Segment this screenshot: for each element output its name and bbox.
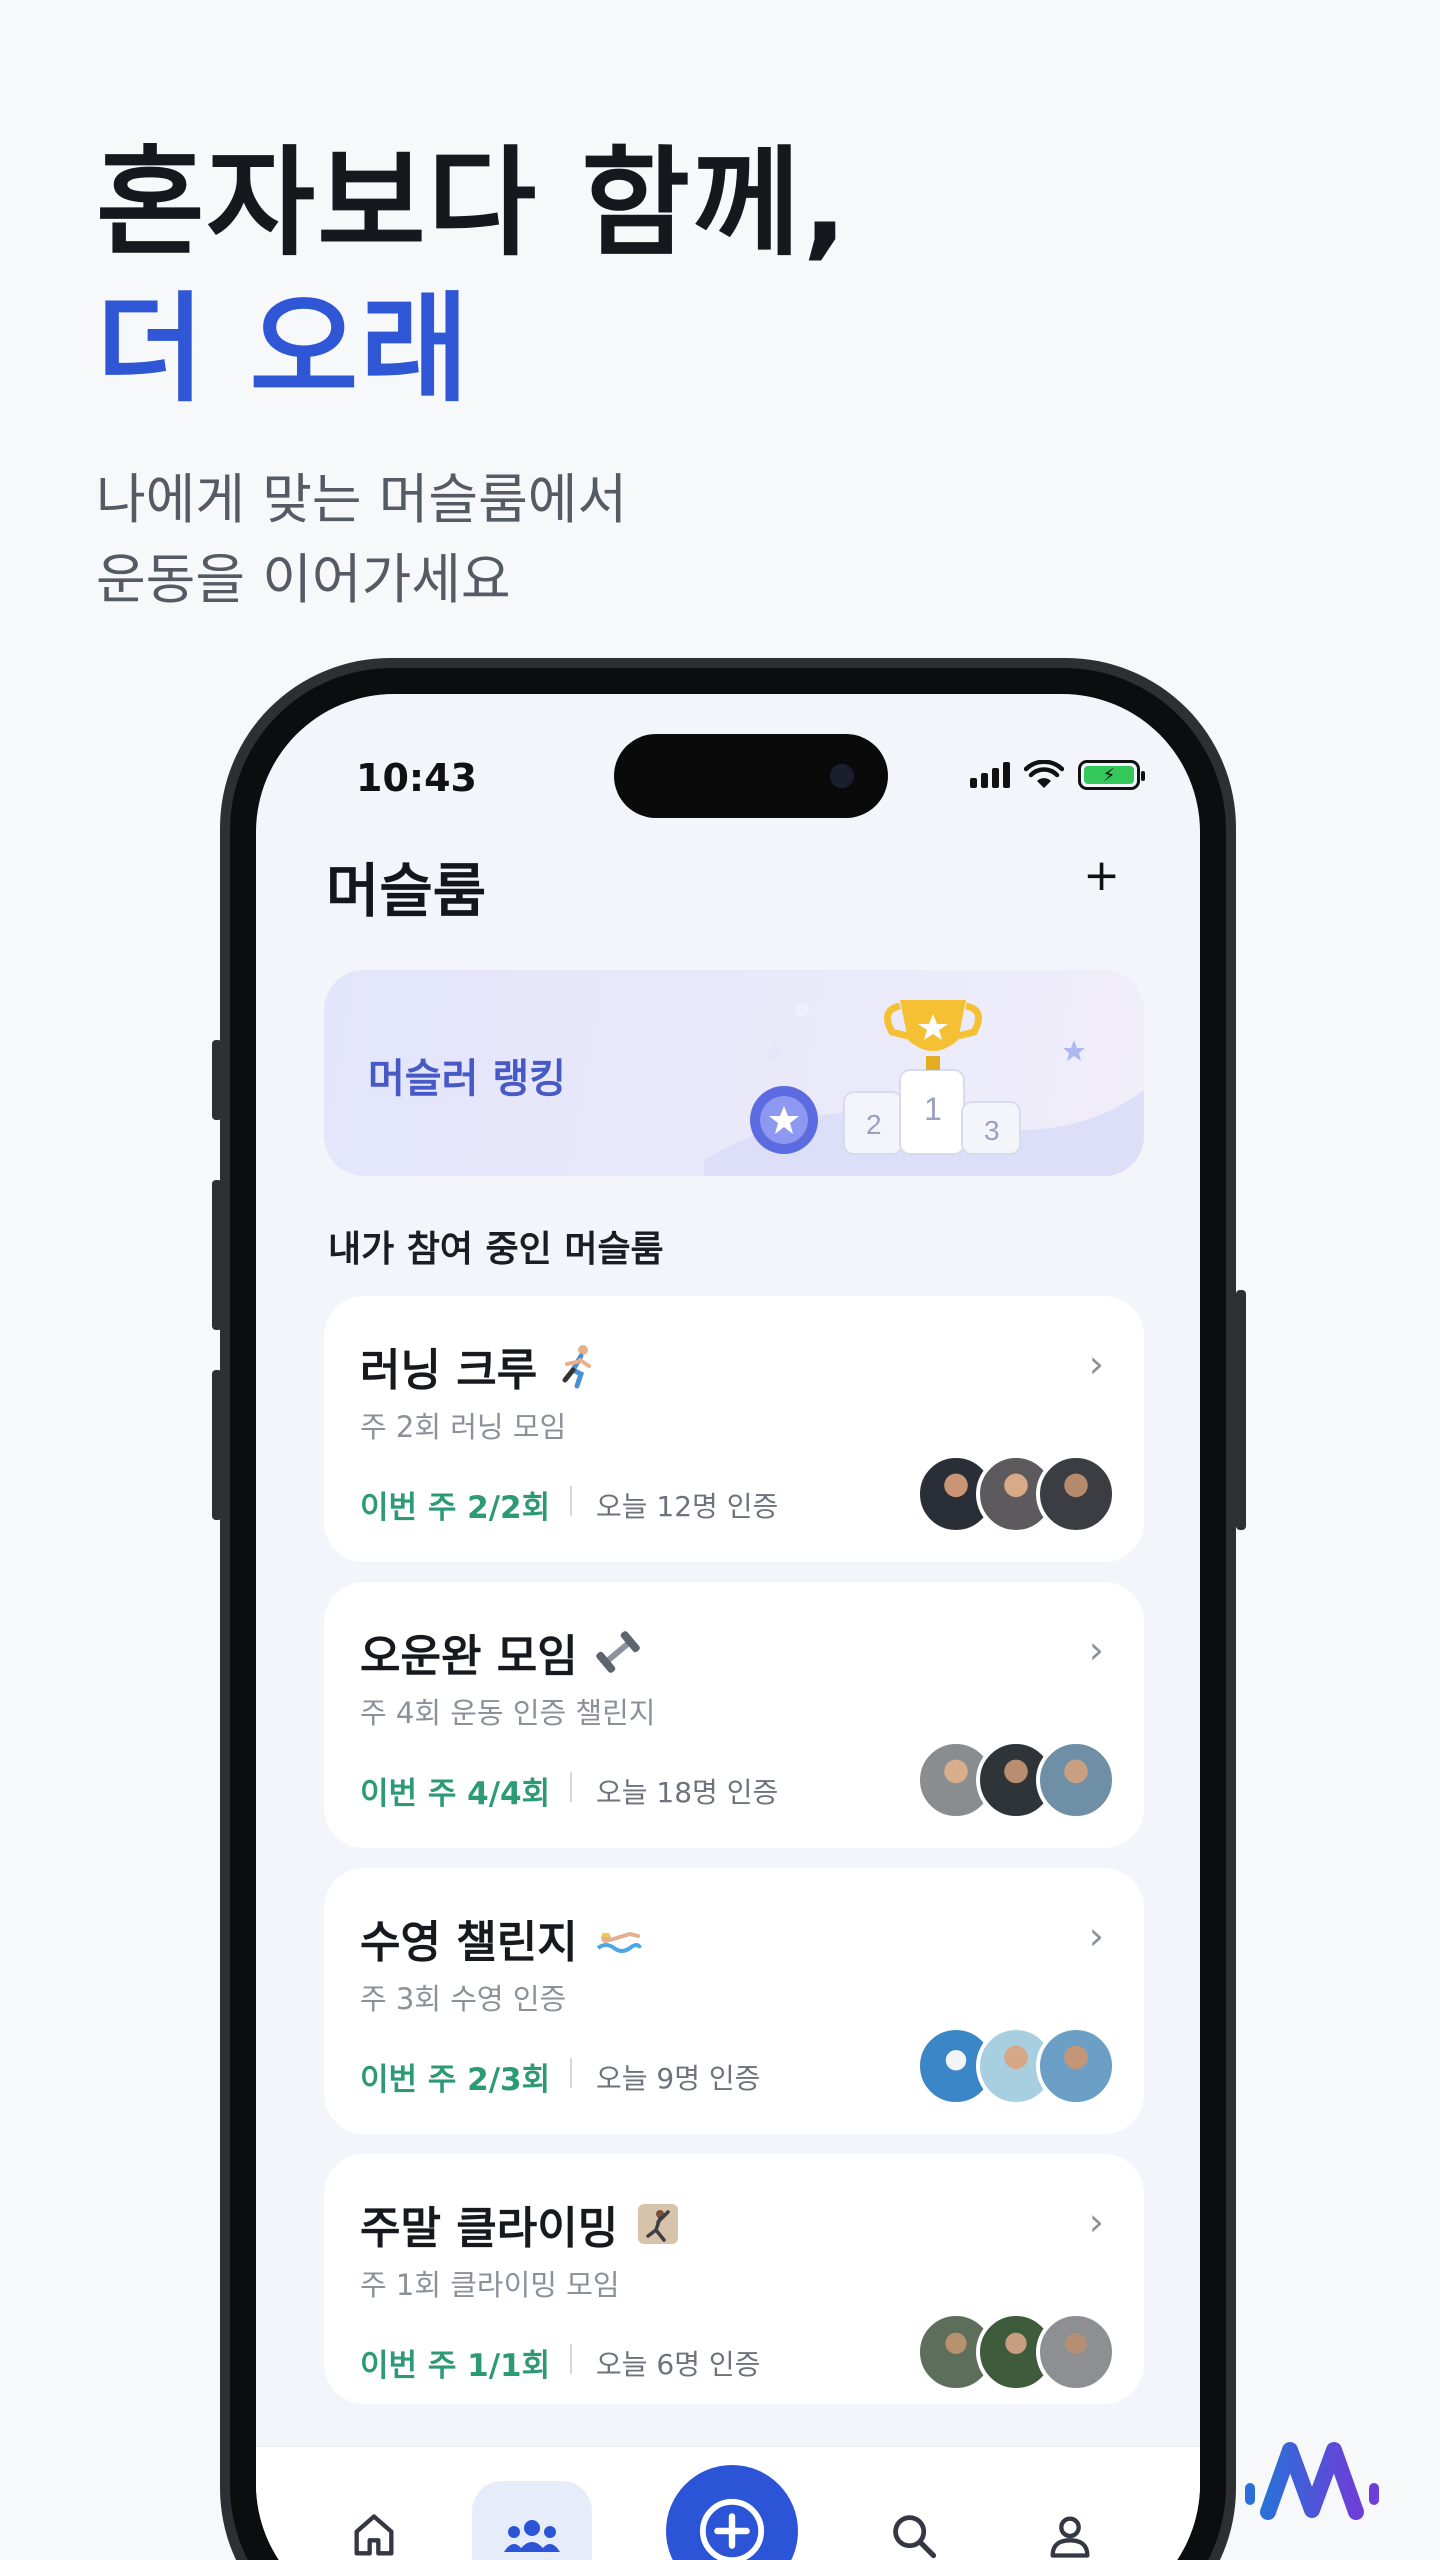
ranking-banner-label: 머슬러 랭킹 <box>368 1056 566 1102</box>
today-count: 오늘 6명 인증 <box>596 2348 761 2381</box>
trophy-podium-illustration: 2 1 3 <box>704 1000 1144 1176</box>
member-avatars <box>916 1740 1116 1820</box>
cellular-signal-icon <box>970 762 1010 788</box>
phone-power-button <box>1236 1290 1246 1530</box>
hero-subtitle-line-1: 나에게 맞는 머슬룸에서 <box>96 468 628 531</box>
avatar <box>1036 1740 1116 1820</box>
dumbbell-icon <box>595 1631 640 1673</box>
weekly-progress: 이번 주 2/3회 <box>360 2062 551 2098</box>
profile-icon <box>1050 2516 1090 2558</box>
chevron-right-icon: › <box>1088 2200 1104 2244</box>
status-icons: ⚡ <box>970 760 1145 790</box>
hero-subtitle-line-2: 운동을 이어가세요 <box>96 548 511 611</box>
member-avatars <box>916 2312 1116 2392</box>
svg-text:2: 2 <box>866 1109 882 1140</box>
dynamic-island <box>614 734 888 818</box>
room-title: 오운완 모임 <box>360 1631 578 1682</box>
chevron-right-icon: › <box>1088 1914 1104 1958</box>
brand-logo-icon <box>1245 2442 1379 2520</box>
avatar <box>1036 1454 1116 1534</box>
room-card-climbing[interactable]: 주말 클라이밍 › 주 1회 클라이밍 모임 이번 주 1/1회 오늘 6명 인… <box>324 2154 1144 2404</box>
divider <box>570 2344 572 2374</box>
tab-search[interactable] <box>854 2481 974 2560</box>
avatar <box>1036 2026 1116 2106</box>
tab-home[interactable] <box>314 2481 434 2560</box>
search-icon <box>893 2515 937 2559</box>
today-count: 오늘 9명 인증 <box>596 2062 761 2095</box>
svg-text:1: 1 <box>924 1091 942 1127</box>
phone-frame: 10:43 ⚡ 머슬룸 + 머슬러 랭킹 2 1 3 내가 참여 중인 머슬룸 … <box>220 658 1236 2560</box>
divider <box>570 1772 572 1802</box>
room-title: 수영 챌린지 <box>360 1917 578 1968</box>
weekly-progress: 이번 주 1/1회 <box>360 2348 551 2384</box>
wifi-icon <box>1024 760 1064 788</box>
battery-icon: ⚡ <box>1078 760 1145 790</box>
divider <box>570 2058 572 2088</box>
section-title: 내가 참여 중인 머슬룸 <box>328 1229 664 1270</box>
hero-line-1: 혼자보다 함께, <box>96 134 850 272</box>
group-icon <box>504 2520 560 2552</box>
add-room-button[interactable]: + <box>1083 850 1120 901</box>
hero-subtitle: 나에게 맞는 머슬룸에서 운동을 이어가세요 <box>96 460 627 620</box>
status-bar: 10:43 ⚡ <box>256 694 1200 818</box>
room-description: 주 2회 러닝 모임 <box>360 1410 567 1444</box>
tab-rooms[interactable] <box>472 2481 592 2560</box>
home-icon <box>354 2514 394 2556</box>
status-time: 10:43 <box>356 756 477 800</box>
hero-headline: 혼자보다 함께, 더 오래 <box>96 130 849 422</box>
ranking-banner[interactable]: 머슬러 랭킹 2 1 3 <box>324 970 1144 1176</box>
add-circle-icon <box>699 2498 765 2560</box>
app-screen: 10:43 ⚡ 머슬룸 + 머슬러 랭킹 2 1 3 내가 참여 중인 머슬룸 … <box>256 694 1200 2560</box>
today-count: 오늘 18명 인증 <box>596 1776 779 1809</box>
room-description: 주 4회 운동 인증 챌린지 <box>360 1696 656 1730</box>
room-title: 러닝 크루 <box>360 1345 538 1396</box>
svg-text:3: 3 <box>984 1115 1000 1146</box>
room-description: 주 3회 수영 인증 <box>360 1982 567 2016</box>
room-card-workout[interactable]: 오운완 모임 › 주 4회 운동 인증 챌린지 이번 주 4/4회 오늘 18명… <box>324 1582 1144 1848</box>
page-title: 머슬룸 <box>326 857 487 925</box>
chevron-right-icon: › <box>1088 1628 1104 1672</box>
create-post-button[interactable] <box>666 2465 798 2560</box>
weekly-progress: 이번 주 4/4회 <box>360 1776 551 1812</box>
running-icon <box>562 1345 592 1389</box>
room-card-swimming[interactable]: 수영 챌린지 › 주 3회 수영 인증 이번 주 2/3회 오늘 9명 인증 <box>324 1868 1144 2134</box>
hero-line-2: 더 오래 <box>96 280 471 418</box>
divider <box>570 1486 572 1516</box>
avatar <box>1036 2312 1116 2392</box>
weekly-progress: 이번 주 2/2회 <box>360 1490 551 1526</box>
climbing-icon <box>638 2204 679 2244</box>
swimming-icon <box>596 1931 642 1953</box>
room-description: 주 1회 클라이밍 모임 <box>360 2268 620 2302</box>
member-avatars <box>916 2026 1116 2106</box>
today-count: 오늘 12명 인증 <box>596 1490 779 1523</box>
tab-profile[interactable] <box>1010 2481 1130 2560</box>
chevron-right-icon: › <box>1088 1342 1104 1386</box>
room-card-running[interactable]: 러닝 크루 › 주 2회 러닝 모임 이번 주 2/2회 오늘 12명 인증 <box>324 1296 1144 1562</box>
room-title: 주말 클라이밍 <box>360 2203 619 2254</box>
bottom-tab-bar <box>256 2446 1200 2560</box>
member-avatars <box>916 1454 1116 1534</box>
